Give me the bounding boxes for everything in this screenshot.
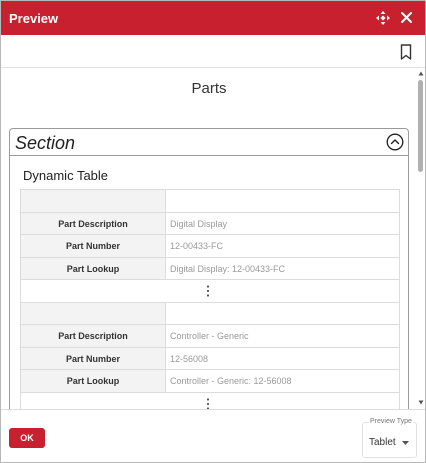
table-row-blank — [20, 190, 400, 213]
dynamic-table: Part Description Digital Display Part Nu… — [20, 189, 400, 409]
section-panel: Section Dynamic Table Part Description D… — [9, 128, 409, 409]
preview-content: Parts Section Dynamic Table Part Descrip… — [1, 68, 417, 409]
dynamic-table-title: Dynamic Table — [23, 168, 109, 183]
more-vertical-icon[interactable] — [206, 285, 210, 297]
field-value: 12-56008 — [170, 353, 209, 364]
field-label: Part Description — [21, 325, 166, 347]
vertical-scrollbar[interactable] — [417, 68, 425, 409]
table-row-blank — [20, 302, 400, 325]
field-value: Controller - Generic — [170, 331, 249, 341]
field-value: Controller - Generic: 12-56008 — [170, 376, 292, 386]
dialog-title: Preview — [9, 11, 59, 26]
row-label-cell — [21, 302, 166, 324]
row-value-cell — [166, 303, 399, 325]
table-row: Part Number 12-00433-FC — [20, 235, 400, 258]
caret-down-icon — [402, 441, 409, 445]
bookmark-icon[interactable] — [400, 44, 412, 60]
field-label: Part Lookup — [21, 370, 166, 392]
section-title: Section — [15, 133, 76, 153]
row-value-cell — [166, 190, 399, 212]
table-row: Part Lookup Controller - Generic: 12-560… — [20, 370, 400, 393]
table-row-actions — [20, 392, 400, 410]
field-label: Part Number — [21, 235, 166, 257]
field-label: Part Description — [21, 212, 166, 234]
table-row: Part Number 12-56008 — [20, 347, 400, 370]
field-value: Digital Display — [170, 218, 228, 229]
table-row: Part Description Controller - Generic — [20, 325, 400, 348]
ok-button[interactable]: OK — [9, 428, 45, 448]
field-value: 12-00433-FC — [170, 241, 224, 251]
preview-type-label: Preview Type — [369, 418, 413, 425]
field-label: Part Lookup — [21, 257, 166, 279]
scroll-down-arrow-icon[interactable] — [418, 400, 424, 405]
scrollbar-thumb[interactable] — [418, 80, 423, 172]
field-label: Part Number — [21, 347, 166, 369]
dialog-titlebar: Preview — [1, 1, 425, 35]
preview-dialog: Preview Parts Section Dynamic Table Part… — [0, 0, 426, 463]
field-value: Digital Display: 12-00433-FC — [170, 263, 286, 274]
table-row-actions — [20, 280, 400, 303]
page-title: Parts — [191, 80, 227, 97]
preview-type-select[interactable]: Preview Type Tablet — [362, 418, 417, 458]
preview-type-value: Tablet — [369, 437, 396, 448]
more-vertical-icon[interactable] — [206, 397, 210, 410]
scroll-up-arrow-icon[interactable] — [418, 71, 424, 76]
move-arrows-icon[interactable] — [376, 11, 390, 25]
preview-toolbar — [1, 35, 425, 68]
section-header[interactable]: Section — [10, 129, 408, 156]
dialog-footer: OK Preview Type Tablet — [1, 409, 425, 462]
table-row: Part Lookup Digital Display: 12-00433-FC — [20, 257, 400, 280]
close-icon[interactable] — [400, 11, 413, 24]
table-row: Part Description Digital Display — [20, 212, 400, 235]
chevron-up-circle-icon[interactable] — [386, 133, 404, 151]
row-label-cell — [21, 190, 166, 212]
